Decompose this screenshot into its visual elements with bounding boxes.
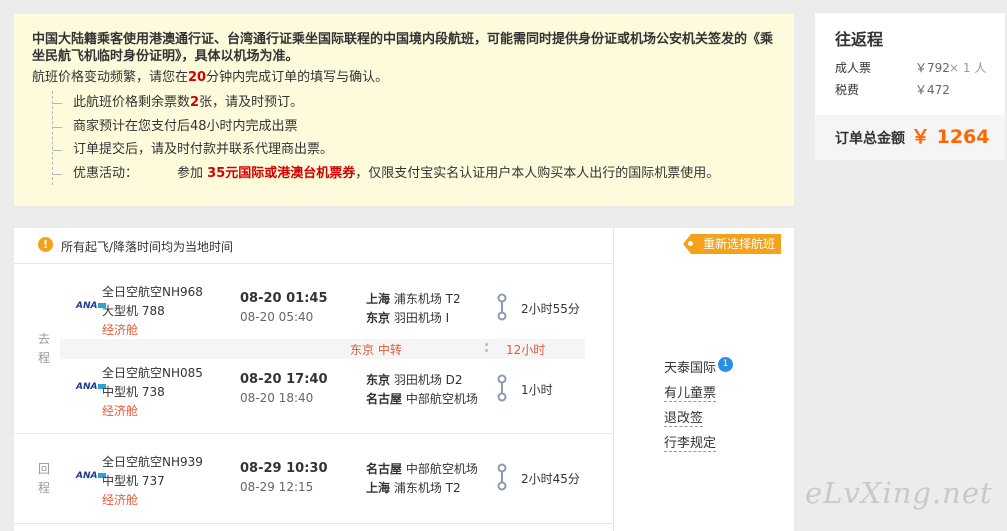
arrival-airport: 上海 浦东机场 T2 <box>366 479 461 496</box>
outbound-label: 去 程 <box>36 330 52 368</box>
arrival-city: 名古屋 <box>366 392 403 406</box>
arrival-city: 上海 <box>366 481 391 495</box>
order-total: 订单总金额 ￥ 1264 <box>815 115 1005 160</box>
info-warning-icon: ! <box>38 237 53 252</box>
airline-flight-no: 全日空航空NH085 <box>102 366 203 380</box>
notice-lead-text: 中国大陆籍乘客使用港澳通行证、台湾通行证乘坐国际联程的中国境内段航班，可能需同时… <box>32 32 774 64</box>
agent-info: 天泰国际 1 <box>664 357 734 376</box>
return-label-2: 程 <box>37 481 50 495</box>
airline-flight-no: 全日空航空NH939 <box>102 455 203 469</box>
departure-time: 08-20 01:45 <box>240 291 328 306</box>
promo-pre: 参加 <box>177 165 204 181</box>
adult-fare-qty: × 1 人 <box>949 61 987 75</box>
adult-fare-amount: ￥792 <box>915 61 950 75</box>
remaining-count: 2 <box>190 95 200 110</box>
tax-row: 税费 ￥472 <box>815 79 1005 101</box>
departure-city: 东京 <box>366 373 391 387</box>
return-label-1: 回 <box>37 462 50 476</box>
aircraft-type: 大型机 788 <box>102 304 165 318</box>
site-watermark: eLvXing.net <box>805 476 993 510</box>
flight-leg-2: ANA 全日空航空NH085 中型机 738 经济舱 08-20 17:40 0… <box>76 364 616 420</box>
price-note-minutes: 20 <box>188 70 207 85</box>
arrival-city: 东京 <box>366 311 391 325</box>
order-total-label: 订单总金额 <box>835 131 905 147</box>
price-note-pre: 航班价格变动频繁，请您在 <box>32 70 189 85</box>
airline-flight-no: 全日空航空NH968 <box>102 285 203 299</box>
refund-change-link[interactable]: 退改签 <box>664 411 704 427</box>
departure-time: 08-29 10:30 <box>240 461 328 476</box>
tax-label: 税费 <box>835 83 860 97</box>
flight-duration: 1小时 <box>521 383 553 397</box>
outbound-label-1: 去 <box>37 332 50 346</box>
remaining-post: 张，请及时预订。 <box>199 95 304 110</box>
arrival-time: 08-20 05:40 <box>240 310 314 324</box>
tax-amount: ￥472 <box>915 83 950 97</box>
route-icon <box>497 463 507 491</box>
transfer-duration: 12小时 <box>506 343 546 357</box>
transfer-city: 东京 中转 <box>350 343 402 357</box>
notice-item-payment: 订单提交后，请及时付款并联系代理商出票。 <box>53 138 794 162</box>
transfer-dots-icon <box>485 343 488 355</box>
bottom-divider <box>14 523 613 524</box>
itinerary-header: ! 所有起飞/降落时间均为当地时间 <box>14 228 613 264</box>
departure-airport: 东京 羽田机场 D2 <box>366 371 463 388</box>
adult-fare-label: 成人票 <box>835 61 872 75</box>
departure-airport-name: 中部航空机场 <box>405 462 478 476</box>
arrival-time: 08-29 12:15 <box>240 480 314 494</box>
flight-duration: 2小时55分 <box>521 302 580 316</box>
agent-name[interactable]: 天泰国际 <box>664 361 716 376</box>
flight-leg-1: ANA 全日空航空NH968 大型机 788 经济舱 08-20 01:45 0… <box>76 283 616 339</box>
arrival-airport-name: 浦东机场 T2 <box>393 481 461 495</box>
aircraft-type: 中型机 738 <box>102 385 165 399</box>
child-ticket-link[interactable]: 有儿童票 <box>664 386 717 402</box>
arrival-airport: 名古屋 中部航空机场 <box>366 390 478 407</box>
outbound-return-divider <box>14 433 613 434</box>
flight-duration: 2小时45分 <box>521 472 580 486</box>
adult-fare-row: 成人票 ￥792 × 1 人 <box>815 57 1005 79</box>
departure-airport-name: 羽田机场 D2 <box>393 373 463 387</box>
notice-item-ticketing: 商家预计在您支付后48小时内完成出票 <box>53 115 794 139</box>
baggage-rules-link[interactable]: 行李规定 <box>664 436 717 452</box>
cabin-class: 经济舱 <box>102 404 139 418</box>
departure-airport: 上海 浦东机场 T2 <box>366 290 461 307</box>
route-icon <box>497 374 507 402</box>
departure-airport-name: 浦东机场 T2 <box>393 292 461 306</box>
route-icon <box>497 293 507 321</box>
return-label: 回 程 <box>36 460 52 498</box>
local-time-note: 所有起飞/降落时间均为当地时间 <box>61 240 234 254</box>
promo-post: ，仅限支付宝实名认证用户本人购买本人出行的国际机票使用。 <box>355 165 720 181</box>
price-summary-panel: 往返程 成人票 ￥792 × 1 人 税费 ￥472 订单总金额 ￥ 1264 <box>815 13 1005 160</box>
promo-tag: 35元国际或港澳台机票券 <box>207 165 356 181</box>
notice-list: 此航班价格剩余票数2张，请及时预订。 商家预计在您支付后48小时内完成出票 订单… <box>52 91 794 185</box>
outbound-label-2: 程 <box>37 351 50 365</box>
agent-badge-icon: 1 <box>718 357 734 372</box>
arrival-time: 08-20 18:40 <box>240 391 314 405</box>
cabin-class: 经济舱 <box>102 323 139 337</box>
arrival-airport-name: 羽田机场 I <box>393 311 450 325</box>
notice-item-promo: 优惠活动： 参加 35元国际或港澳台机票券，仅限支付宝实名认证用户本人购买本人出行… <box>53 162 794 186</box>
departure-time: 08-20 17:40 <box>240 372 328 387</box>
promo-label: 优惠活动： <box>73 165 139 181</box>
notice-item-remaining: 此航班价格剩余票数2张，请及时预订。 <box>53 91 794 115</box>
departure-city: 名古屋 <box>366 462 403 476</box>
transfer-info: 东京 中转 12小时 <box>60 339 585 359</box>
departure-city: 上海 <box>366 292 391 306</box>
reselect-flight-button[interactable]: 重新选择航班 <box>682 234 782 254</box>
agent-column <box>613 228 794 531</box>
cabin-class: 经济舱 <box>102 493 139 507</box>
departure-airport: 名古屋 中部航空机场 <box>366 460 478 477</box>
flight-leg-3: ANA 全日空航空NH939 中型机 737 经济舱 08-29 10:30 0… <box>76 453 616 509</box>
booking-notice-panel: 中国大陆籍乘客使用港澳通行证、台湾通行证乘坐国际联程的中国境内段航班，可能需同时… <box>14 14 794 206</box>
trip-type-title: 往返程 <box>835 30 884 49</box>
arrival-airport-name: 中部航空机场 <box>405 392 478 406</box>
arrival-airport: 东京 羽田机场 I <box>366 309 449 326</box>
remaining-pre: 此航班价格剩余票数 <box>73 95 191 110</box>
order-total-value: ￥ 1264 <box>911 126 990 148</box>
aircraft-type: 中型机 737 <box>102 474 165 488</box>
price-note-post: 分钟内完成订单的填写与确认。 <box>206 70 389 85</box>
price-change-note: 航班价格变动频繁，请您在20分钟内完成订单的填写与确认。 <box>32 69 794 87</box>
